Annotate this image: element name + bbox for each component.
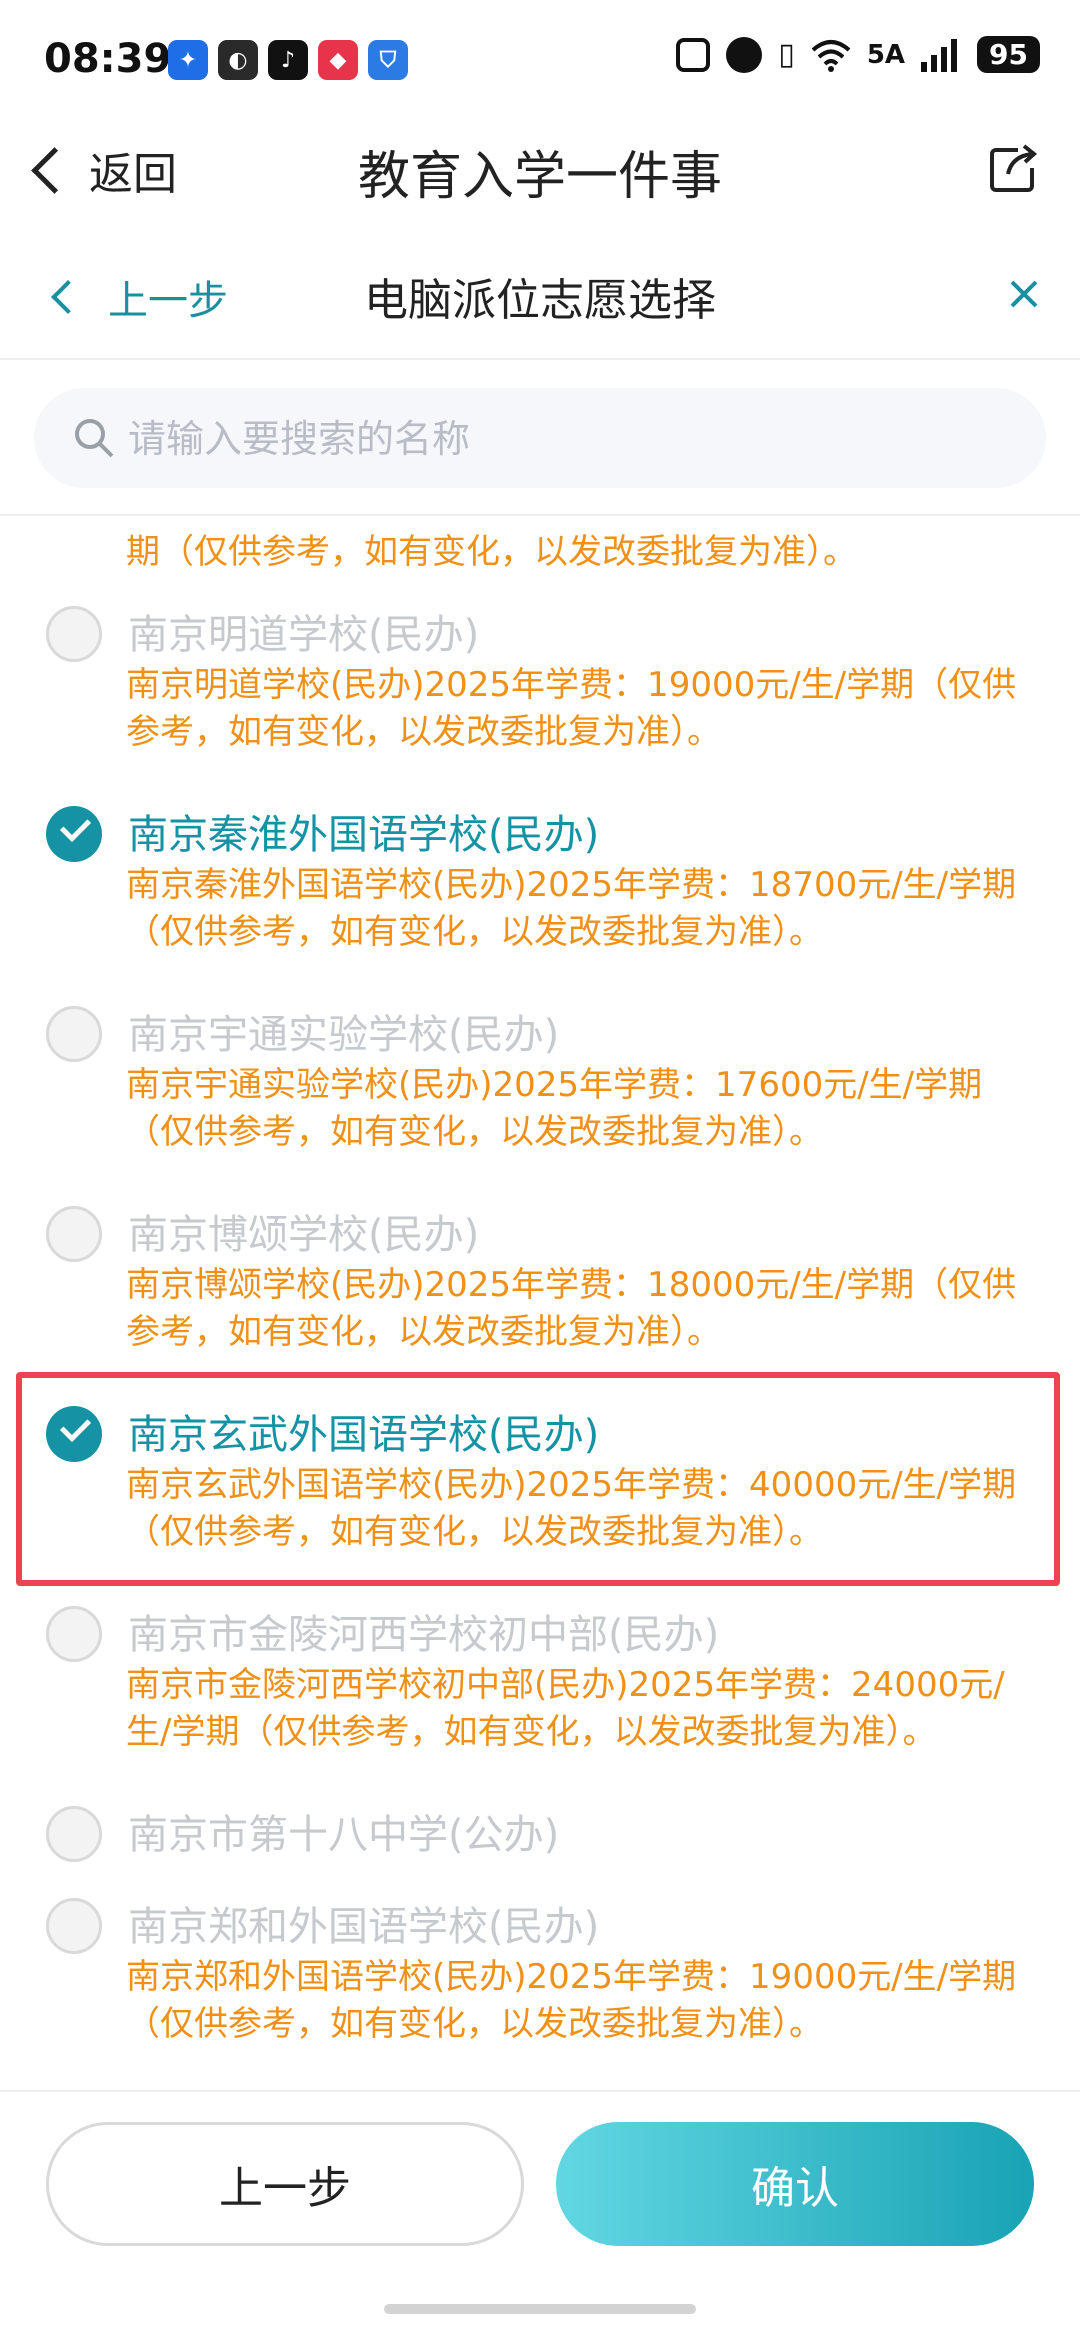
school-name: 南京博颂学校(民办) [128,1212,480,1258]
school-name: 南京秦淮外国语学校(民办) [128,812,600,858]
radio-unchecked[interactable] [46,1806,102,1862]
item-description-line1: 南京秦淮外国语学校(民办)2025年学费：18700元/生/学期 [126,865,1017,905]
status-right: ▯ 5A 95 [676,36,1040,73]
item-description-line2: 生/学期（仅供参考，如有变化，以发改委批复为准）。 [126,1712,937,1752]
item-description-line1: 南京市金陵河西学校初中部(民办)2025年学费：24000元/ [126,1665,1005,1705]
share-icon[interactable] [988,142,1040,194]
school-name: 南京市金陵河西学校初中部(民办) [128,1612,720,1658]
radio-checked[interactable] [46,806,102,862]
item-description-line2: 参考，如有变化，以发改委批复为准）。 [126,1312,721,1352]
radio-unchecked[interactable] [46,1206,102,1262]
search-input[interactable] [126,388,1010,490]
battery-indicator: 95 [977,36,1040,73]
tiktok-icon: ♪ [268,40,308,80]
xiaohongshu-icon: ◆ [318,40,358,80]
search-bar [34,388,1046,490]
school-name: 南京郑和外国语学校(民办) [128,1904,600,1950]
school-name: 南京市第十八中学(公办) [128,1812,560,1858]
signal-icon [921,38,958,72]
browser-icon: ◐ [218,40,258,80]
nfc-icon [676,37,711,72]
item-description-line2: （仅供参考，如有变化，以发改委批复为准）。 [126,1112,823,1152]
previous-step-button[interactable]: 上一步 [46,2122,524,2246]
confirm-button[interactable]: 确认 [556,2122,1034,2246]
bulb-icon: ✦ [168,40,208,80]
network-type: 5A [866,39,906,70]
status-time: 08:39 [44,36,172,82]
item-description-line2: （仅供参考，如有变化，以发改委批复为准）。 [126,912,823,952]
school-name: 南京明道学校(民办) [128,612,480,658]
bottom-action-bar: 上一步 确认 [0,2090,1080,2333]
item-description-line2: （仅供参考，如有变化，以发改委批复为准）。 [126,1512,823,1552]
item-description-line1: 南京明道学校(民办)2025年学费：19000元/生/学期（仅供 [126,665,1017,705]
shield-icon: ⛉ [368,40,408,80]
item-description-line1: 南京玄武外国语学校(民办)2025年学费：40000元/生/学期 [126,1465,1017,1505]
home-indicator[interactable] [384,2304,696,2314]
item-description-line1: 南京博颂学校(民办)2025年学费：18000元/生/学期（仅供 [126,1265,1017,1305]
nav-bar: 返回 教育入学一件事 [0,120,1080,230]
section-title: 电脑派位志愿选择 [364,275,716,326]
item-description: 期（仅供参考，如有变化，以发改委批复为准）。 [126,532,857,572]
vibrate-icon: ▯ [778,37,795,72]
radio-checked[interactable] [46,1406,102,1462]
close-icon[interactable] [1004,274,1044,314]
page-title: 教育入学一件事 [357,147,722,207]
radio-unchecked[interactable] [46,1006,102,1062]
search-icon [75,419,114,458]
status-bar: 08:39 ✦ ◐ ♪ ◆ ⛉ ▯ 5A 95 [0,0,1080,120]
school-name: 南京玄武外国语学校(民办) [128,1412,600,1458]
notification-icons: ✦ ◐ ♪ ◆ ⛉ [168,40,408,80]
item-description-line1: 南京郑和外国语学校(民办)2025年学费：19000元/生/学期 [126,1957,1017,1997]
sub-header: 上一步 电脑派位志愿选择 [0,238,1080,360]
school-name: 南京宇通实验学校(民办) [128,1012,560,1058]
item-description-line2: （仅供参考，如有变化，以发改委批复为准）。 [126,2004,823,2044]
wifi-icon [811,39,851,72]
item-description-line2: 参考，如有变化，以发改委批复为准）。 [126,712,721,752]
item-description-line1: 南京宇通实验学校(民办)2025年学费：17600元/生/学期 [126,1065,983,1105]
school-list[interactable]: 期（仅供参考，如有变化，以发改委批复为准）。 南京明道学校(民办) 南京明道学校… [0,516,1080,2090]
radio-unchecked[interactable] [46,1606,102,1662]
alarm-icon [726,36,763,73]
radio-unchecked[interactable] [46,606,102,662]
radio-unchecked[interactable] [46,1898,102,1954]
